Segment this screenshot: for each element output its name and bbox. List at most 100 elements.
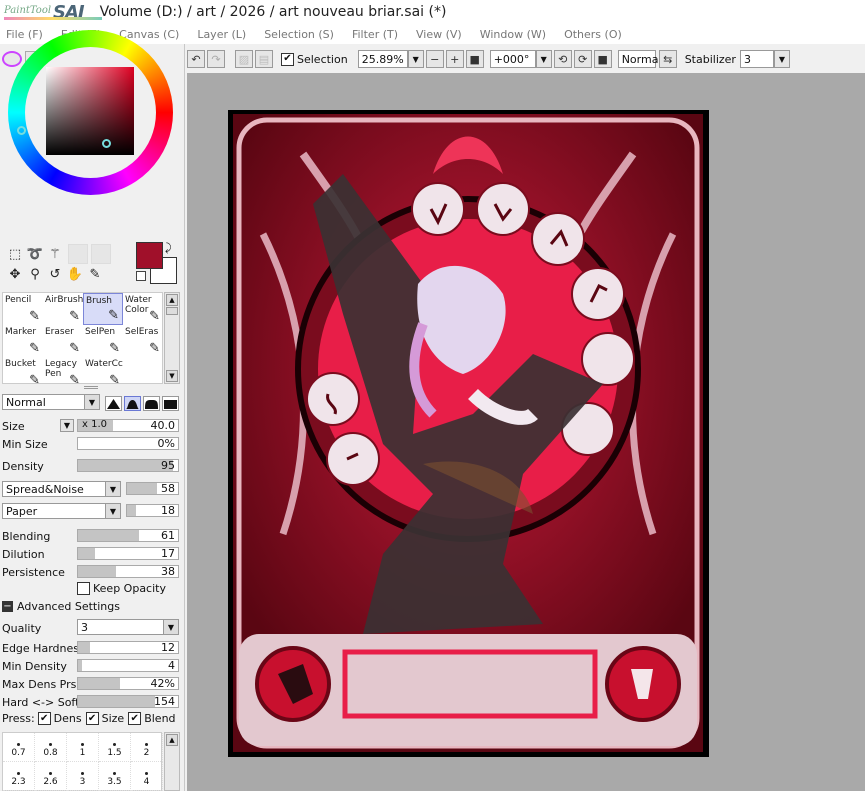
menu-view[interactable]: View (V): [416, 28, 462, 41]
undo-button[interactable]: ↶: [187, 50, 205, 68]
rotation-field[interactable]: +000°: [489, 50, 536, 68]
scroll-down-icon[interactable]: ▼: [166, 370, 178, 382]
stabilizer-dropdown[interactable]: ▼: [773, 50, 790, 68]
hand-tool[interactable]: ✋: [66, 265, 84, 283]
size-preset[interactable]: 1.5: [99, 733, 131, 762]
brush-shape-buttons: [105, 396, 181, 411]
brush-shape-flat[interactable]: [162, 396, 179, 411]
rotation-reset-button[interactable]: ■: [593, 50, 612, 68]
blend-mode-select[interactable]: Normal: [617, 50, 662, 68]
size-preset[interactable]: 2.6: [35, 762, 67, 791]
brush-shape-medium[interactable]: [124, 396, 141, 411]
brush-tool-water-color[interactable]: Water Color ✎: [123, 293, 163, 325]
hue-marker[interactable]: [17, 126, 26, 135]
zoom-in-button[interactable]: +: [445, 50, 464, 68]
size-slider[interactable]: x 1.0 40.0: [77, 419, 179, 432]
menu-file[interactable]: File (F): [6, 28, 43, 41]
rotate-ccw-button[interactable]: ⟲: [553, 50, 572, 68]
scroll-up-icon[interactable]: ▲: [166, 294, 178, 306]
size-preset[interactable]: 3.5: [99, 762, 131, 791]
density-slider[interactable]: 95: [77, 459, 179, 472]
move-tool[interactable]: ✥: [6, 265, 24, 283]
persistence-slider[interactable]: 38: [77, 565, 179, 578]
deselect-button[interactable]: ▨: [235, 50, 253, 68]
brush-tool-bucket[interactable]: Bucket ✎: [3, 357, 43, 389]
size-mult-dropdown[interactable]: ▼: [60, 419, 74, 432]
pressure-blend-checkbox[interactable]: ✔: [128, 712, 142, 725]
size-preset[interactable]: 2.3: [3, 762, 35, 791]
menu-layer[interactable]: Layer (L): [197, 28, 246, 41]
texture2-select[interactable]: Paper ▼: [2, 503, 121, 519]
reset-colors-icon[interactable]: [136, 271, 146, 281]
brush-tool-eraser[interactable]: Eraser ✎: [43, 325, 83, 357]
color-wheel-tab[interactable]: [2, 51, 22, 67]
lasso-tool[interactable]: ➰: [26, 245, 44, 263]
rect-select-tool[interactable]: ⬚: [6, 245, 24, 263]
size-preset[interactable]: 2: [131, 733, 163, 762]
menu-selection[interactable]: Selection (S): [264, 28, 334, 41]
size-presets-scrollbar[interactable]: ▲: [164, 732, 180, 791]
brush-tool-marker[interactable]: Marker ✎: [3, 325, 43, 357]
menu-filter[interactable]: Filter (T): [352, 28, 398, 41]
advanced-settings-toggle[interactable]: − Advanced Settings: [2, 600, 120, 613]
texture1-slider[interactable]: 58: [126, 482, 179, 495]
brush-tool-seleras[interactable]: SelEras ✎: [123, 325, 163, 357]
saturation-value-square[interactable]: [46, 67, 134, 155]
zoom-out-button[interactable]: −: [425, 50, 444, 68]
edge-hardness-slider[interactable]: 12: [77, 641, 179, 654]
dilution-slider[interactable]: 17: [77, 547, 179, 560]
magic-wand-tool[interactable]: ⚚: [46, 245, 64, 263]
brush-mode-select[interactable]: Normal ▼: [2, 394, 100, 410]
scroll-up-icon[interactable]: ▲: [166, 734, 178, 746]
sv-marker[interactable]: [102, 139, 111, 148]
zoom-reset-button[interactable]: ■: [465, 50, 484, 68]
zoom-tool[interactable]: ⚲: [26, 265, 44, 283]
menu-others[interactable]: Others (O): [564, 28, 622, 41]
max-dens-prs-slider[interactable]: 42%: [77, 677, 179, 690]
min-density-slider[interactable]: 4: [77, 659, 179, 672]
texture1-select[interactable]: Spread&Noise ▼: [2, 481, 121, 497]
canvas-artwork[interactable]: [233, 114, 703, 752]
keep-opacity-checkbox[interactable]: [77, 582, 90, 595]
quality-select[interactable]: 3 ▼: [77, 619, 179, 635]
brush-shape-sharp[interactable]: [105, 396, 122, 411]
keep-opacity-toggle[interactable]: Keep Opacity: [77, 582, 166, 595]
redo-button[interactable]: ↷: [207, 50, 225, 68]
min-size-slider[interactable]: 0%: [77, 437, 179, 450]
brush-tool-pencil[interactable]: Pencil ✎: [3, 293, 43, 325]
eyedropper-tool[interactable]: ✎: [86, 265, 104, 283]
foreground-color-swatch[interactable]: [136, 242, 163, 269]
zoom-dropdown[interactable]: ▼: [407, 50, 424, 68]
brush-tool-airbrush[interactable]: AirBrush ✎: [43, 293, 83, 325]
blending-slider[interactable]: 61: [77, 529, 179, 542]
scroll-thumb[interactable]: [166, 307, 178, 315]
size-preset[interactable]: 3: [67, 762, 99, 791]
size-preset[interactable]: 4: [131, 762, 163, 791]
pressure-size-checkbox[interactable]: ✔: [85, 712, 99, 725]
stabilizer-field[interactable]: 3: [739, 50, 774, 68]
size-preset[interactable]: 0.7: [3, 733, 35, 762]
brush-grid-scrollbar[interactable]: ▲ ▼: [164, 292, 180, 384]
texture2-slider[interactable]: 18: [126, 504, 179, 517]
menu-window[interactable]: Window (W): [480, 28, 546, 41]
rotate-tool[interactable]: ↺: [46, 265, 64, 283]
size-preset[interactable]: 1: [67, 733, 99, 762]
pressure-density-checkbox[interactable]: ✔: [37, 712, 51, 725]
selection-toggle[interactable]: ✔ Selection: [281, 52, 348, 66]
swap-colors-icon[interactable]: ⤸: [165, 241, 172, 255]
rotate-cw-button[interactable]: ⟳: [573, 50, 592, 68]
brush-tool-legacy-pen[interactable]: Legacy Pen ✎: [43, 357, 83, 389]
selection-checkbox[interactable]: ✔: [281, 52, 294, 66]
brush-tool-label: SelPen: [85, 327, 116, 337]
flip-horizontal-button[interactable]: ⇆: [658, 50, 677, 68]
size-preset[interactable]: 0.8: [35, 733, 67, 762]
invert-selection-button[interactable]: ▤: [255, 50, 273, 68]
brush-tool-watercc[interactable]: WaterCc ✎: [83, 357, 123, 389]
zoom-field[interactable]: 25.89%: [357, 50, 408, 68]
brush-tool-selpen[interactable]: SelPen ✎: [83, 325, 123, 357]
brush-tool-brush[interactable]: Brush ✎: [83, 293, 123, 325]
rotation-dropdown[interactable]: ▼: [535, 50, 552, 68]
panel-splitter[interactable]: [84, 386, 98, 389]
hard-soft-slider[interactable]: 154: [77, 695, 179, 708]
brush-shape-soft[interactable]: [143, 396, 160, 411]
